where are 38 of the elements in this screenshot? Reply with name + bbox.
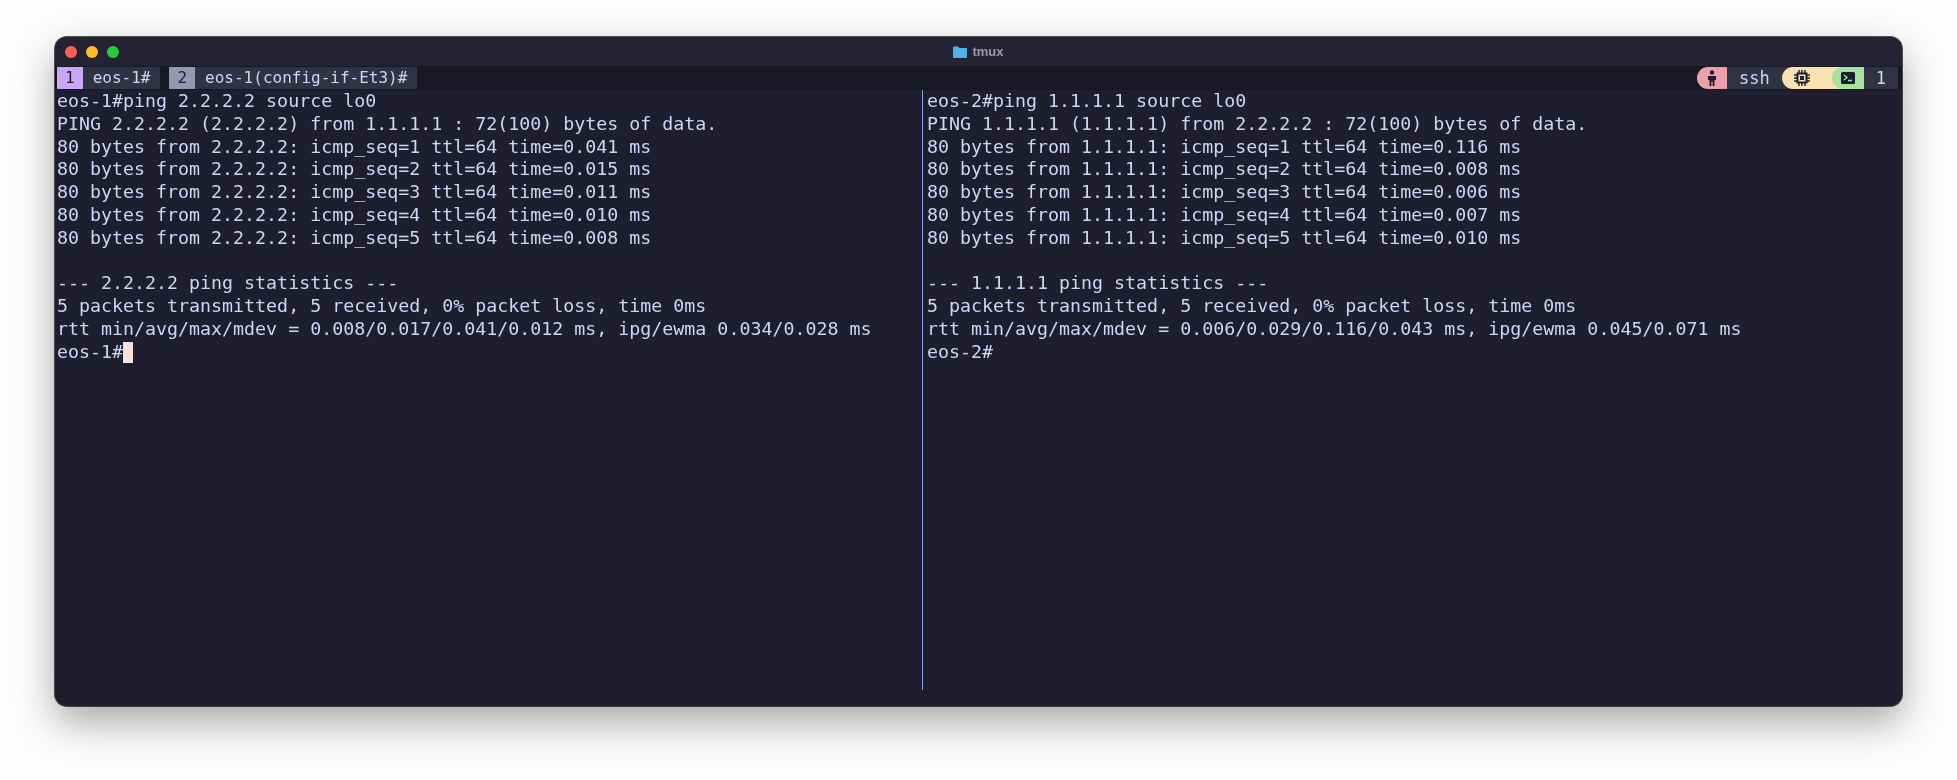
terminal-line: --- 1.1.1.1 ping statistics --- [927,272,1269,296]
close-button[interactable] [65,45,77,58]
window-number: 2 [169,67,196,89]
terminal-line: 80 bytes from 1.1.1.1: icmp_seq=3 ttl=64 time=0.006 ms [927,181,1522,204]
terminal-line: 80 bytes from 1.1.1.1: icmp_seq=5 ttl=64 time=0.010 ms [927,226,1522,250]
terminal-line: 80 bytes from 2.2.2.2: icmp_seq=1 ttl=64 time=0.041 ms [57,135,652,159]
window-name: eos-1(config-if-Et3)# [204,67,409,89]
terminal-line: 80 bytes from 1.1.1.1: icmp_seq=4 ttl=64 time=0.007 ms [927,204,1522,227]
minimize-button[interactable] [86,45,98,58]
prompt-line: eos-1# [57,340,134,364]
terminal-line: 80 bytes from 1.1.1.1: icmp_seq=2 ttl=64 time=0.008 ms [927,158,1522,182]
window-tab[interactable]: 1 eos-1# [57,67,161,89]
window-count: 1 [1874,67,1887,89]
person-icon [1706,70,1719,86]
terminal-line: 80 bytes from 2.2.2.2: icmp_seq=5 ttl=64 time=0.008 ms [57,226,652,250]
terminal-line: --- 2.2.2.2 ping statistics --- [57,272,399,296]
terminal-line: rtt min/avg/max/mdev = 0.008/0.017/0.041/0.012 ms, ipg/ewma 0.034/0.028 ms [57,317,872,341]
window-tab[interactable]: 2 eos-1(config-if-Et3)# [169,67,418,89]
terminal-line: eos-2#ping 1.1.1.1 source lo0 [927,90,1247,113]
terminal-line: 80 bytes from 2.2.2.2: icmp_seq=2 ttl=64 time=0.015 ms [57,158,652,182]
terminal-line: PING 2.2.2.2 (2.2.2.2) from 1.1.1.1 : 72(100) bytes of data. [57,112,718,136]
window-title: tmux [972,44,1004,59]
session-name: ssh [1738,67,1771,89]
prompt-line: eos-2# [927,340,994,364]
chip-icon [1793,70,1810,86]
folder-icon [953,45,968,58]
terminal-line: 80 bytes from 2.2.2.2: icmp_seq=3 ttl=64 time=0.011 ms [57,181,652,204]
terminal-line: 80 bytes from 2.2.2.2: icmp_seq=4 ttl=64 time=0.010 ms [57,204,652,227]
terminal-icon [1840,72,1855,84]
terminal-line: 80 bytes from 1.1.1.1: icmp_seq=1 ttl=64 time=0.116 ms [927,135,1522,159]
terminal-line: 5 packets transmitted, 5 received, 0% packet loss, time 0ms [927,295,1577,318]
window-name: eos-1# [91,67,152,89]
terminal-line: eos-1#ping 2.2.2.2 source lo0 [57,90,377,113]
terminal-line: 5 packets transmitted, 5 received, 0% packet loss, time 0ms [57,295,707,318]
terminal-line: PING 1.1.1.1 (1.1.1.1) from 2.2.2.2 : 72(100) bytes of data. [927,112,1588,136]
window-number: 1 [57,67,83,89]
terminal-line: rtt min/avg/max/mdev = 0.006/0.029/0.116/0.043 ms, ipg/ewma 0.045/0.071 ms [927,317,1742,341]
maximize-button[interactable] [107,45,119,58]
